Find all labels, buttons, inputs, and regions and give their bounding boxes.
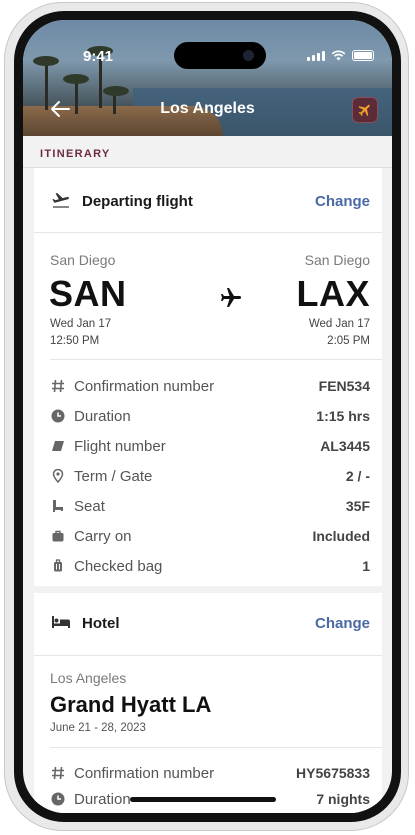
detail-label: Term / Gate bbox=[74, 468, 153, 485]
palm-frond bbox=[33, 56, 59, 66]
destination-time: 2:05 PM bbox=[327, 335, 370, 347]
detail-label: Seat bbox=[74, 498, 105, 515]
origin-date: Wed Jan 17 bbox=[50, 318, 112, 330]
detail-row: Confirmation number FEN534 bbox=[34, 371, 382, 401]
status-time: 9:41 bbox=[83, 48, 114, 65]
detail-value: 1:15 hrs bbox=[316, 408, 370, 424]
hotel-change-button[interactable]: Change bbox=[315, 615, 370, 632]
hotel-card-header: Hotel Change bbox=[34, 593, 382, 656]
destination-date: Wed Jan 17 bbox=[308, 318, 370, 330]
detail-label: Checked bag bbox=[74, 558, 163, 575]
detail-label: Flight number bbox=[74, 438, 166, 455]
flight-change-button[interactable]: Change bbox=[315, 193, 370, 210]
departure-icon bbox=[52, 193, 70, 208]
hash-icon bbox=[52, 379, 64, 393]
itinerary-label: ITINERARY bbox=[40, 148, 111, 160]
detail-value: 2 / - bbox=[345, 468, 370, 484]
plane-tag-icon bbox=[52, 441, 64, 451]
airline-badge[interactable] bbox=[352, 97, 378, 123]
bed-icon bbox=[52, 616, 70, 628]
destination-city: San Diego bbox=[304, 252, 370, 268]
phone-bezel: 9:41 Los Angeles ITINERARY Departing fli… bbox=[14, 11, 401, 822]
origin-time: 12:50 PM bbox=[50, 335, 100, 347]
detail-label: Confirmation number bbox=[74, 378, 215, 395]
header: 9:41 Los Angeles bbox=[23, 20, 392, 136]
luggage-icon bbox=[54, 559, 62, 572]
flight-title: Departing flight bbox=[82, 193, 193, 210]
plane-icon bbox=[358, 104, 370, 117]
battery-icon bbox=[352, 50, 374, 61]
wifi-icon bbox=[331, 50, 346, 61]
detail-value: Included bbox=[312, 528, 370, 544]
detail-row: Term / Gate 2 / - bbox=[34, 461, 382, 491]
hash-icon bbox=[52, 766, 64, 780]
detail-row: Checked bag 1 bbox=[34, 551, 382, 581]
flight-card: Departing flight Change San Diego San Di… bbox=[34, 168, 382, 586]
hotel-dates: June 21 - 28, 2023 bbox=[50, 722, 146, 734]
origin-code: SAN bbox=[49, 273, 127, 314]
briefcase-icon bbox=[52, 530, 64, 542]
detail-label: Confirmation number bbox=[74, 765, 215, 782]
palm-frond bbox=[103, 86, 129, 96]
clock-icon bbox=[51, 792, 65, 806]
detail-row: Carry on Included bbox=[34, 521, 382, 551]
detail-value: 1 bbox=[362, 558, 370, 574]
detail-label: Carry on bbox=[74, 528, 132, 545]
page-title: Los Angeles bbox=[160, 100, 255, 117]
plane-icon bbox=[221, 288, 241, 307]
detail-label: Duration bbox=[74, 791, 131, 808]
dynamic-island bbox=[174, 42, 266, 69]
hotel-card: Hotel Change Los Angeles Grand Hyatt LA … bbox=[34, 593, 382, 813]
hotel-title: Hotel bbox=[82, 615, 120, 632]
screen: 9:41 Los Angeles ITINERARY Departing fli… bbox=[23, 20, 392, 813]
divider bbox=[50, 747, 382, 748]
detail-label: Duration bbox=[74, 408, 131, 425]
section-label: ITINERARY bbox=[23, 136, 392, 168]
location-pin-icon bbox=[52, 469, 64, 483]
flight-card-header: Departing flight Change bbox=[34, 168, 382, 233]
divider bbox=[50, 359, 382, 360]
palm-frond bbox=[63, 74, 89, 84]
detail-row: Seat 35F bbox=[34, 491, 382, 521]
origin-city: San Diego bbox=[50, 252, 116, 268]
detail-value: FEN534 bbox=[318, 378, 370, 394]
signal-icon bbox=[307, 51, 325, 61]
detail-value: 7 nights bbox=[316, 791, 370, 807]
clock-icon bbox=[51, 409, 65, 423]
hotel-name: Grand Hyatt LA bbox=[50, 692, 212, 717]
status-icons bbox=[307, 50, 374, 61]
camera-icon bbox=[243, 50, 254, 61]
detail-row: Duration 1:15 hrs bbox=[34, 401, 382, 431]
seat-icon bbox=[53, 500, 63, 512]
phone-frame: 9:41 Los Angeles ITINERARY Departing fli… bbox=[4, 2, 409, 831]
detail-value: 35F bbox=[345, 498, 370, 514]
detail-row: Flight number AL3445 bbox=[34, 431, 382, 461]
destination-code: LAX bbox=[296, 273, 370, 314]
detail-value: AL3445 bbox=[320, 438, 370, 454]
detail-value: HY5675833 bbox=[296, 765, 370, 781]
home-indicator[interactable] bbox=[130, 797, 276, 802]
hotel-city: Los Angeles bbox=[50, 670, 127, 686]
